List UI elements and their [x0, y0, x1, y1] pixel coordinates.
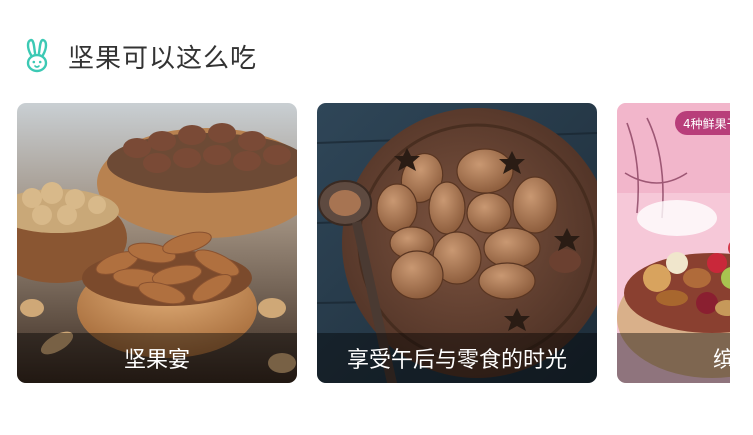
card-caption: 享受午后与零食的时光: [317, 333, 597, 383]
card-afternoon-snack[interactable]: 享受午后与零食的时光: [317, 103, 597, 383]
rabbit-icon: [26, 38, 48, 73]
card-carousel[interactable]: 坚果宴 享受午后与零食的时光 4种鲜果干 缤: [17, 103, 730, 383]
card-caption: 坚果宴: [17, 333, 297, 383]
card-nut-feast[interactable]: 坚果宴: [17, 103, 297, 383]
card-caption: 缤纷果仁: [617, 333, 730, 383]
card-colorful-kernels[interactable]: 4种鲜果干 缤纷果仁: [617, 103, 730, 383]
section-title: 坚果可以这么吃: [68, 43, 258, 74]
section-header: 坚果可以这么吃: [24, 36, 257, 76]
package-label: 4种鲜果干: [683, 117, 730, 131]
